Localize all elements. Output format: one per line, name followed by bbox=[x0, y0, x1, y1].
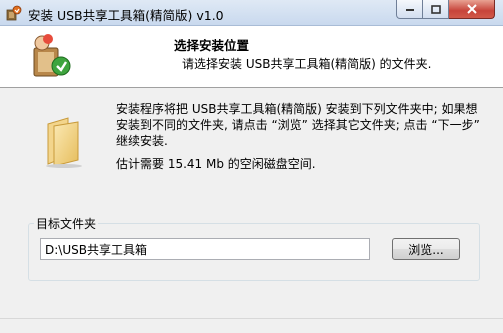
maximize-button[interactable] bbox=[423, 0, 449, 19]
installer-icon bbox=[6, 5, 22, 21]
maximize-icon bbox=[430, 4, 441, 14]
minimize-button[interactable] bbox=[396, 0, 423, 19]
folder-icon bbox=[46, 117, 82, 168]
destination-path-input[interactable] bbox=[40, 238, 370, 260]
close-button[interactable] bbox=[449, 0, 495, 19]
browse-button[interactable]: 浏览... bbox=[392, 238, 460, 260]
space-required: 估计需要 15.41 Mb 的空闲磁盘空间. bbox=[116, 157, 316, 171]
setup-wizard-icon bbox=[33, 34, 71, 77]
minimize-icon bbox=[405, 9, 414, 11]
close-icon bbox=[466, 4, 477, 14]
window-title: 安装 USB共享工具箱(精简版) v1.0 bbox=[28, 8, 224, 23]
page-title: 选择安装位置 bbox=[174, 38, 250, 53]
install-description: 安装程序将把 USB共享工具箱(精简版) 安装到下列文件夹中; 如果想安装到不同… bbox=[116, 102, 480, 148]
title-bar: 安装 USB共享工具箱(精简版) v1.0 bbox=[0, 0, 503, 26]
page-subtitle: 请选择安装 USB共享工具箱(精简版) 的文件夹. bbox=[182, 57, 432, 71]
destination-group-label: 目标文件夹 bbox=[34, 215, 99, 232]
bottom-separator bbox=[0, 318, 503, 333]
wizard-header: 选择安装位置 请选择安装 USB共享工具箱(精简版) 的文件夹. bbox=[0, 26, 503, 88]
